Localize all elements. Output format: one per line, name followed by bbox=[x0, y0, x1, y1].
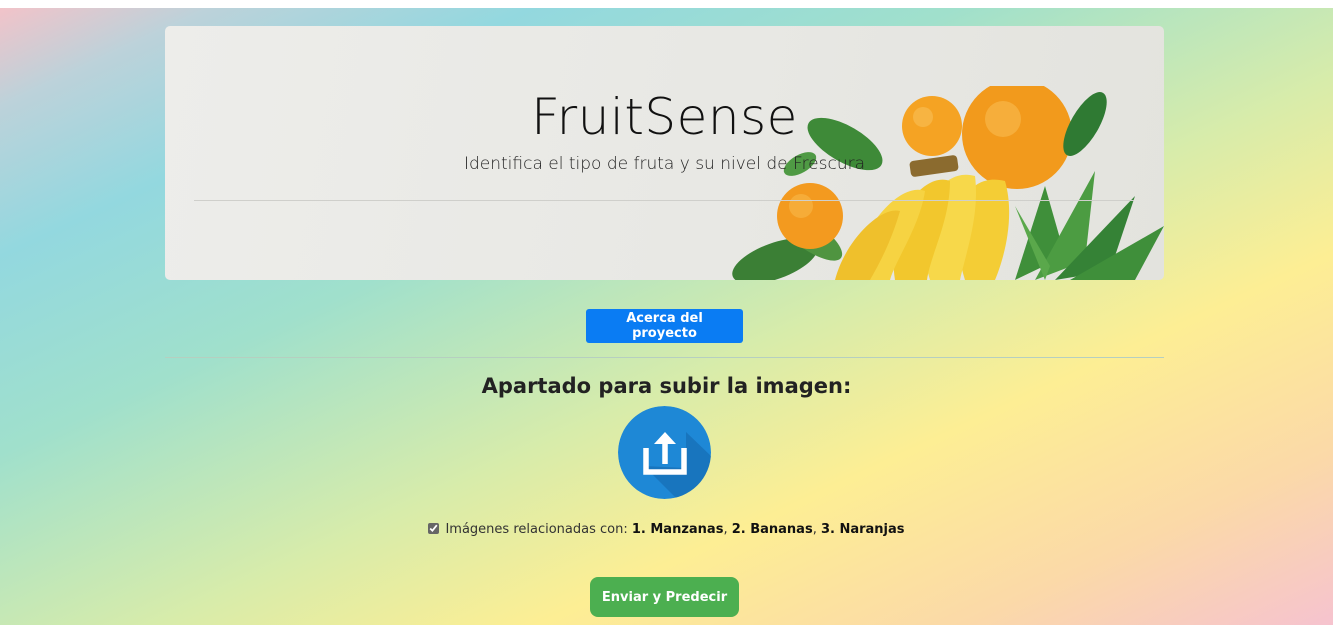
related-sep-1: , bbox=[723, 522, 732, 537]
related-images-row: Imágenes relacionadas con: 1. Manzanas, … bbox=[0, 522, 1333, 537]
hero-banner: FruitSense Identifica el tipo de fruta y… bbox=[165, 26, 1164, 280]
section-divider bbox=[165, 357, 1164, 358]
related-prefix: Imágenes relacionadas con: bbox=[445, 522, 632, 537]
upload-icon bbox=[618, 406, 711, 499]
related-item-apples: 1. Manzanas bbox=[631, 522, 724, 537]
related-checkbox[interactable] bbox=[428, 523, 440, 534]
upload-heading: Apartado para subir la imagen: bbox=[481, 374, 852, 398]
app-title: FruitSense bbox=[531, 88, 798, 146]
about-project-button[interactable]: Acerca del proyecto bbox=[586, 309, 743, 343]
app-subtitle: Identifica el tipo de fruta y su nivel d… bbox=[463, 154, 866, 174]
top-strip bbox=[0, 0, 1333, 8]
related-sep-2: , bbox=[812, 522, 821, 537]
hero-divider bbox=[194, 200, 1134, 201]
related-item-oranges: 3. Naranjas bbox=[820, 522, 905, 537]
submit-predict-button[interactable]: Enviar y Predecir bbox=[590, 577, 739, 617]
related-item-bananas: 2. Bananas bbox=[731, 522, 813, 537]
upload-button[interactable] bbox=[618, 406, 711, 499]
